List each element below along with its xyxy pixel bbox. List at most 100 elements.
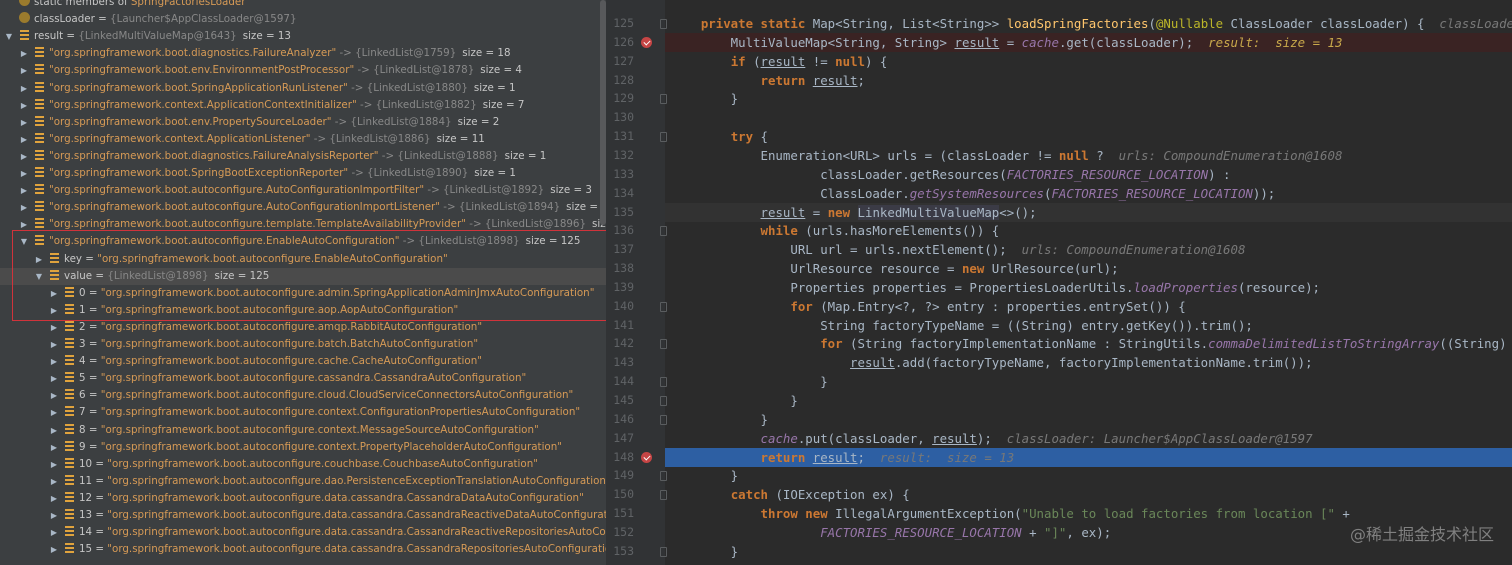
line-number[interactable]: 148 xyxy=(608,448,634,467)
variable-row[interactable]: ▶ 12 = "org.springframework.boot.autoconf… xyxy=(0,490,584,507)
variable-row[interactable]: ▶ 10 = "org.springframework.boot.autoconf… xyxy=(0,456,538,473)
code-line[interactable]: Properties properties = PropertiesLoader… xyxy=(665,278,1512,297)
line-number[interactable]: 133 xyxy=(608,165,634,184)
line-number[interactable]: 140 xyxy=(608,297,634,316)
code-line[interactable]: while (urls.hasMoreElements()) { xyxy=(665,221,1512,240)
variable-row[interactable]: ▶ 4 = "org.springframework.boot.autoconfi… xyxy=(0,353,482,370)
expand-arrow-down-icon[interactable]: ▼ xyxy=(19,233,29,250)
expand-arrow-right-icon[interactable]: ▶ xyxy=(49,370,59,387)
variable-row[interactable]: ▶ "org.springframework.context.Applicatio… xyxy=(0,97,525,114)
line-number[interactable]: 145 xyxy=(608,391,634,410)
expand-arrow-right-icon[interactable]: ▶ xyxy=(19,97,29,114)
variable-row[interactable]: ▶ "org.springframework.boot.env.Environme… xyxy=(0,62,522,79)
expand-arrow-right-icon[interactable]: ▶ xyxy=(49,524,59,541)
variable-row[interactable]: ▶ "org.springframework.boot.diagnostics.F… xyxy=(0,45,511,62)
code-line[interactable]: } xyxy=(665,391,1512,410)
expand-arrow-right-icon[interactable]: ▶ xyxy=(19,80,29,97)
variable-row[interactable]: ▶ 15 = "org.springframework.boot.autoconf… xyxy=(0,541,606,558)
line-number[interactable]: 146 xyxy=(608,410,634,429)
variable-row[interactable]: ▶ 13 = "org.springframework.boot.autoconf… xyxy=(0,507,606,524)
expand-arrow-right-icon[interactable]: ▶ xyxy=(19,114,29,131)
expand-arrow-right-icon[interactable]: ▶ xyxy=(49,387,59,404)
line-number[interactable]: 138 xyxy=(608,259,634,278)
variable-row[interactable]: ▶ "org.springframework.boot.autoconfigure… xyxy=(0,199,606,216)
line-number[interactable]: 152 xyxy=(608,523,634,542)
line-number[interactable]: 128 xyxy=(608,71,634,90)
line-number[interactable]: 135 xyxy=(608,203,634,222)
expand-arrow-right-icon[interactable]: ▶ xyxy=(19,182,29,199)
line-number[interactable]: 129 xyxy=(608,89,634,108)
line-number[interactable]: 134 xyxy=(608,184,634,203)
variable-row[interactable]: ▶ 1 = "org.springframework.boot.autoconfi… xyxy=(0,302,458,319)
code-line[interactable]: MultiValueMap<String, String> result = c… xyxy=(665,32,1512,52)
expand-arrow-right-icon[interactable]: ▶ xyxy=(49,404,59,421)
expand-arrow-right-icon[interactable]: ▶ xyxy=(19,148,29,165)
expand-arrow-down-icon[interactable]: ▼ xyxy=(4,28,14,45)
expand-arrow-right-icon[interactable]: ▶ xyxy=(19,45,29,62)
variable-row[interactable]: ▶ 9 = "org.springframework.boot.autoconfi… xyxy=(0,439,562,456)
variable-row[interactable]: ▼ "org.springframework.boot.autoconfigure… xyxy=(0,233,580,250)
variable-row[interactable]: static members of SpringFactoriesLoader xyxy=(0,0,245,11)
code-line[interactable]: String factoryTypeName = ((String) entry… xyxy=(665,316,1512,335)
code-line[interactable]: catch (IOException ex) { xyxy=(665,485,1512,504)
line-number[interactable]: 130 xyxy=(608,108,634,127)
expand-arrow-right-icon[interactable]: ▶ xyxy=(19,216,29,233)
variable-row[interactable]: ▶ key = "org.springframework.boot.autocon… xyxy=(0,251,448,268)
code-line[interactable]: Enumeration<URL> urls = (classLoader != … xyxy=(665,146,1512,165)
code-line[interactable]: result = new LinkedMultiValueMap<>(); xyxy=(665,202,1512,222)
line-number[interactable]: 143 xyxy=(608,353,634,372)
line-number[interactable]: 125 xyxy=(608,14,634,33)
code-line[interactable]: return result; result: size = 13 xyxy=(665,447,1512,467)
code-line[interactable]: if (result != null) { xyxy=(665,52,1512,71)
expand-arrow-right-icon[interactable]: ▶ xyxy=(49,285,59,302)
expand-arrow-right-icon[interactable]: ▶ xyxy=(49,319,59,336)
variable-row[interactable]: ▶ "org.springframework.boot.SpringBootExc… xyxy=(0,165,516,182)
line-number[interactable]: 153 xyxy=(608,542,634,561)
variable-row[interactable]: ▶ 7 = "org.springframework.boot.autoconfi… xyxy=(0,404,580,421)
expand-arrow-right-icon[interactable]: ▶ xyxy=(49,422,59,439)
variable-row[interactable]: ▶ 8 = "org.springframework.boot.autoconfi… xyxy=(0,422,539,439)
code-line[interactable]: result.add(factoryTypeName, factoryImple… xyxy=(665,353,1512,372)
code-line[interactable]: return result; xyxy=(665,71,1512,90)
code-line[interactable]: } xyxy=(665,372,1512,391)
variable-row[interactable]: ▼ result = {LinkedMultiValueMap@1643} size… xyxy=(0,28,291,45)
line-number[interactable]: 137 xyxy=(608,240,634,259)
expand-arrow-right-icon[interactable]: ▶ xyxy=(49,490,59,507)
line-number[interactable]: 149 xyxy=(608,466,634,485)
code-line[interactable]: } xyxy=(665,89,1512,108)
variable-row[interactable]: ▶ "org.springframework.boot.autoconfigure… xyxy=(0,182,592,199)
expand-arrow-right-icon[interactable]: ▶ xyxy=(49,302,59,319)
expand-arrow-right-icon[interactable]: ▶ xyxy=(49,456,59,473)
expand-arrow-right-icon[interactable]: ▶ xyxy=(49,336,59,353)
code-line[interactable]: try { xyxy=(665,127,1512,146)
variable-row[interactable]: ▶ 14 = "org.springframework.boot.autoconf… xyxy=(0,524,606,541)
variable-row[interactable]: ▶ "org.springframework.boot.autoconfigure… xyxy=(0,216,606,233)
variable-row[interactable]: ▶ 11 = "org.springframework.boot.autoconf… xyxy=(0,473,606,490)
line-number[interactable]: 147 xyxy=(608,429,634,448)
code-line[interactable]: cache.put(classLoader, result); classLoa… xyxy=(665,429,1512,448)
line-number[interactable]: 144 xyxy=(608,372,634,391)
expand-arrow-right-icon[interactable]: ▶ xyxy=(49,507,59,524)
expand-arrow-right-icon[interactable]: ▶ xyxy=(19,199,29,216)
code-line[interactable]: URL url = urls.nextElement(); urls: Comp… xyxy=(665,240,1512,259)
code-line[interactable]: } xyxy=(665,410,1512,429)
code-line[interactable]: for (Map.Entry<?, ?> entry : properties.… xyxy=(665,297,1512,316)
expand-arrow-right-icon[interactable]: ▶ xyxy=(49,473,59,490)
line-number[interactable]: 142 xyxy=(608,334,634,353)
line-number[interactable]: 139 xyxy=(608,278,634,297)
breakpoint-icon[interactable] xyxy=(641,451,652,463)
variable-row[interactable]: classLoader = {Launcher$AppClassLoader@1… xyxy=(0,11,297,28)
expand-arrow-right-icon[interactable]: ▶ xyxy=(34,251,44,268)
line-number[interactable]: 150 xyxy=(608,485,634,504)
variable-row[interactable]: ▶ "org.springframework.boot.env.PropertyS… xyxy=(0,114,499,131)
line-number[interactable]: 132 xyxy=(608,146,634,165)
variable-row[interactable]: ▶ "org.springframework.context.Applicatio… xyxy=(0,131,485,148)
expand-arrow-right-icon[interactable]: ▶ xyxy=(19,165,29,182)
line-number[interactable]: 136 xyxy=(608,221,634,240)
variable-row[interactable]: ▶ "org.springframework.boot.SpringApplica… xyxy=(0,80,516,97)
line-number[interactable]: 131 xyxy=(608,127,634,146)
expand-arrow-right-icon[interactable]: ▶ xyxy=(19,131,29,148)
variable-row[interactable]: ▼ value = {LinkedList@1898} size = 125 xyxy=(0,267,606,285)
code-line[interactable]: ClassLoader.getSystemResources(FACTORIES… xyxy=(665,184,1512,203)
code-line[interactable]: } xyxy=(665,466,1512,485)
